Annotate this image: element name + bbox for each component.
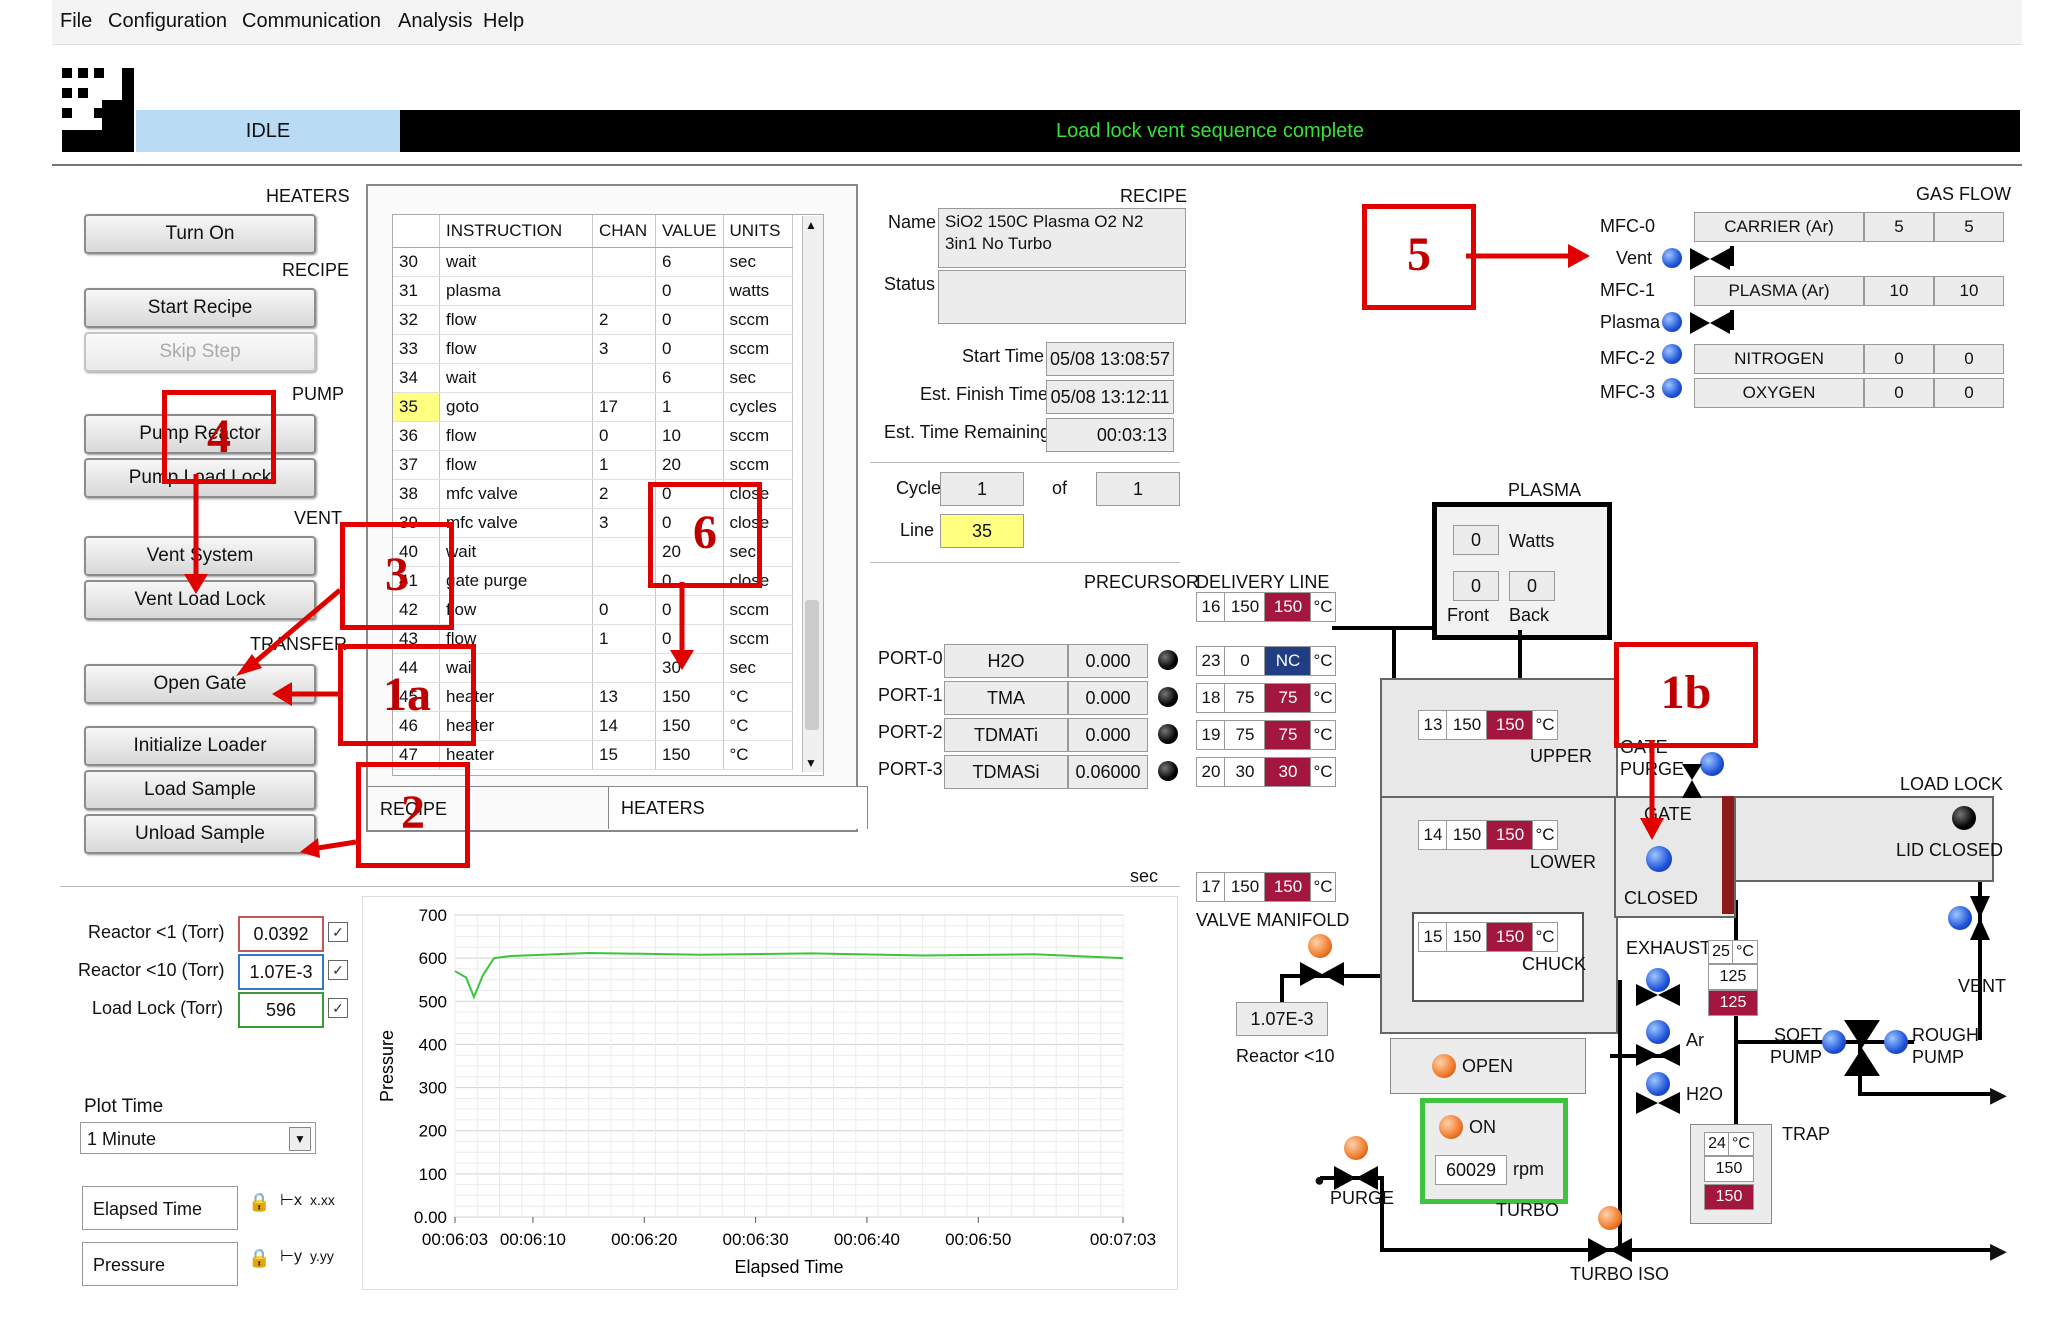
annotation-1a: 1a [338, 644, 476, 746]
annotation-2: 2 [356, 762, 470, 868]
annotation-5: 5 [1362, 204, 1476, 310]
annotation-3: 3 [340, 522, 454, 630]
annotation-6: 6 [648, 482, 762, 588]
annotation-4: 4 [162, 390, 276, 484]
annotation-1b: 1b [1614, 642, 1758, 748]
